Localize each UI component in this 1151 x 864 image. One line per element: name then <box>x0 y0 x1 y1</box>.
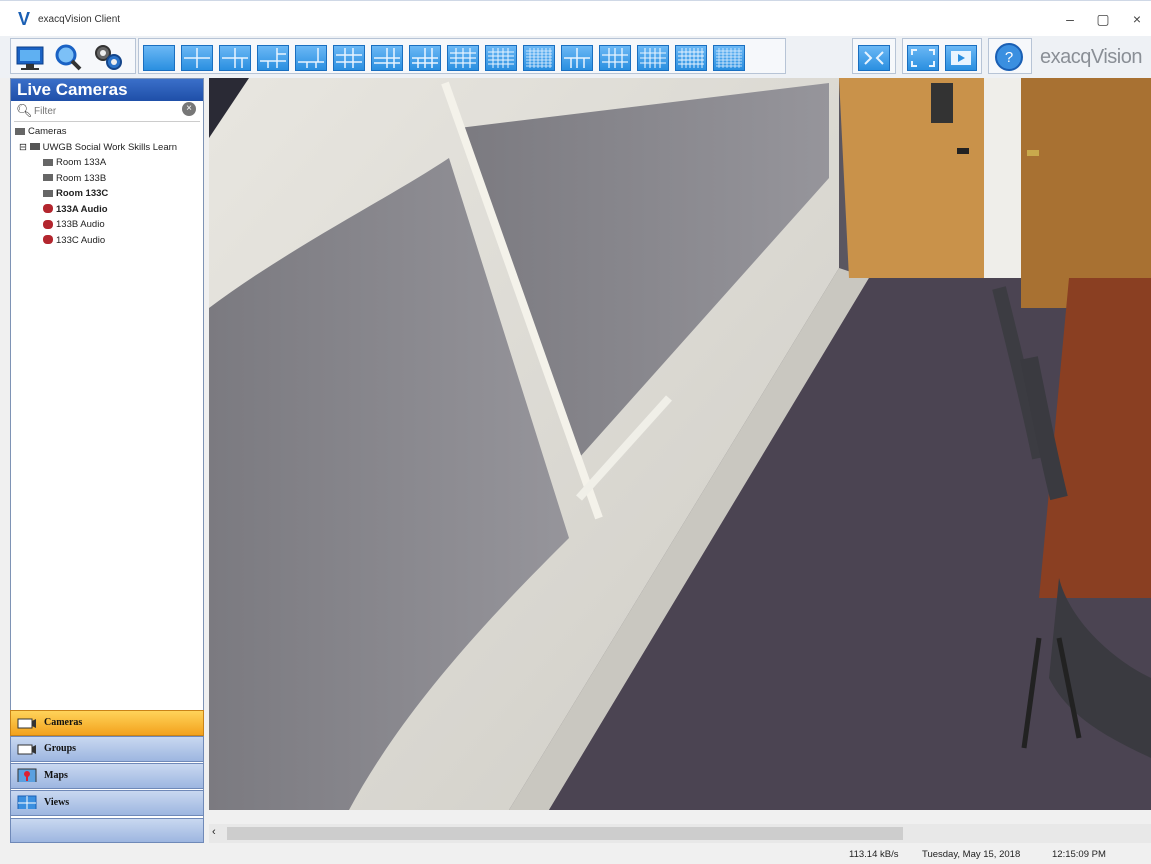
tree-item-label: 133C Audio <box>56 234 106 246</box>
config-icon <box>95 45 122 70</box>
audio-icon <box>43 219 53 229</box>
nav-label: Groups <box>44 743 77 754</box>
close-button[interactable]: × <box>1123 9 1151 29</box>
layout-wide-5x5-button[interactable] <box>675 45 707 71</box>
playback-button[interactable] <box>945 45 977 71</box>
audio-icon <box>43 235 53 245</box>
scroll-left-icon[interactable]: ‹ <box>212 826 216 838</box>
layout-3x3-button[interactable] <box>333 45 365 71</box>
svg-text:?: ? <box>1005 49 1013 66</box>
layout-1p8-button[interactable] <box>371 45 403 71</box>
camera-icon <box>43 158 53 166</box>
room-133c-video-image <box>209 78 1151 810</box>
title-bar: V exacqVision Client – ▢ × <box>0 0 1151 36</box>
search-icon <box>55 44 82 71</box>
tree-item-room-133c[interactable]: Room 133C <box>15 186 201 202</box>
scroll-thumb[interactable] <box>227 827 903 840</box>
tree-item-room-133a[interactable]: Room 133A <box>15 155 201 171</box>
panel-title: Live Cameras <box>11 79 203 101</box>
tree-root-label: Cameras <box>28 126 67 137</box>
nav-groups-button[interactable]: Groups <box>10 736 204 762</box>
fullscreen-button[interactable] <box>907 45 939 71</box>
help-button-group: ? <box>988 38 1032 74</box>
camera-video-feed[interactable] <box>209 78 1151 810</box>
tree-server[interactable]: ⊟ UWGB Social Work Skills Learn <box>15 140 201 156</box>
tree-item-label: 133A Audio <box>56 203 108 215</box>
tree-item-133c-audio[interactable]: 133C Audio <box>15 233 201 249</box>
nav-label: Views <box>44 797 70 808</box>
views-icon <box>17 795 37 809</box>
brand-logo: exacqVision <box>1040 46 1142 68</box>
view-button-group <box>902 38 982 74</box>
search-icon: 🔍︎ <box>16 103 33 118</box>
nav-views-button[interactable]: Views <box>10 790 204 816</box>
config-button[interactable] <box>93 43 125 73</box>
camera-icon <box>15 127 25 135</box>
help-icon: ? <box>995 43 1023 71</box>
camera-icon <box>43 174 53 182</box>
layout-button-group <box>138 38 786 74</box>
window-title: exacqVision Client <box>38 14 121 25</box>
server-icon <box>29 143 40 151</box>
video-horizontal-scrollbar[interactable]: ‹ <box>209 824 1151 843</box>
nav-label: Cameras <box>44 717 83 728</box>
layout-1p12-button[interactable] <box>409 45 441 71</box>
layout-wide-6x6-button[interactable] <box>713 45 745 71</box>
tree-root-cameras[interactable]: Cameras <box>15 124 201 140</box>
tree-item-label: Room 133A <box>56 157 107 168</box>
mode-button-group <box>10 38 136 74</box>
layout-6x6-button[interactable] <box>523 45 555 71</box>
help-button[interactable]: ? <box>994 42 1026 72</box>
app-logo-icon: V <box>18 9 31 29</box>
nav-cameras-button[interactable]: Cameras <box>10 710 204 736</box>
minimize-button[interactable]: – <box>1056 9 1084 29</box>
tree-item-label: Room 133B <box>56 172 107 184</box>
layout-wide-4x4-button[interactable] <box>637 45 669 71</box>
layout-1p7-button[interactable] <box>295 45 327 71</box>
camera-tree: Cameras ⊟ UWGB Social Work Skills Learn … <box>15 124 201 248</box>
nav-maps-button[interactable]: Maps <box>10 763 204 789</box>
playback-icon <box>951 51 971 65</box>
live-view-button[interactable] <box>15 43 47 73</box>
camera-icon <box>43 189 53 197</box>
clear-filter-icon[interactable]: × <box>182 102 196 116</box>
layout-1p3-button[interactable] <box>219 45 251 71</box>
bitrate-readout: 113.14 kB/s <box>849 849 899 860</box>
filter-input[interactable] <box>32 103 181 119</box>
maps-icon <box>17 768 37 782</box>
audio-icon <box>43 204 53 214</box>
layout-4x4-button[interactable] <box>447 45 479 71</box>
nav-label: Maps <box>44 770 68 781</box>
layout-2x2-button[interactable] <box>181 45 213 71</box>
groups-icon <box>17 744 36 755</box>
maximize-button[interactable]: ▢ <box>1089 9 1117 29</box>
fullscreen-icon <box>911 49 935 67</box>
toolbar: ? <box>0 36 1151 78</box>
layout-wide-2x2-button[interactable] <box>561 45 593 71</box>
search-button[interactable] <box>53 43 85 73</box>
tour-button[interactable] <box>858 45 890 71</box>
layout-wide-3x3-button[interactable] <box>599 45 631 71</box>
layout-5x5-button[interactable] <box>485 45 517 71</box>
status-date: Tuesday, May 15, 2018 <box>922 849 1021 860</box>
filter-box: 🔍︎ × <box>14 101 200 122</box>
status-time: 12:15:09 PM <box>1052 849 1106 860</box>
cameras-icon <box>17 718 36 729</box>
tree-server-label: UWGB Social Work Skills Learn <box>42 141 178 153</box>
tree-item-133a-audio[interactable]: 133A Audio <box>15 202 201 218</box>
layout-1x1-button[interactable] <box>143 45 175 71</box>
tour-icon <box>864 51 884 65</box>
layout-1p5-button[interactable] <box>257 45 289 71</box>
tree-item-133b-audio[interactable]: 133B Audio <box>15 217 201 233</box>
nav-spacer <box>10 818 204 843</box>
live-view-icon <box>16 46 44 70</box>
tree-item-room-133b[interactable]: Room 133B <box>15 171 201 187</box>
tree-item-label: 133B Audio <box>56 219 105 230</box>
tree-item-label: Room 133C <box>56 188 109 199</box>
tour-button-group <box>852 38 896 74</box>
status-bar: 113.14 kB/s Tuesday, May 15, 2018 12:15:… <box>0 843 1151 864</box>
